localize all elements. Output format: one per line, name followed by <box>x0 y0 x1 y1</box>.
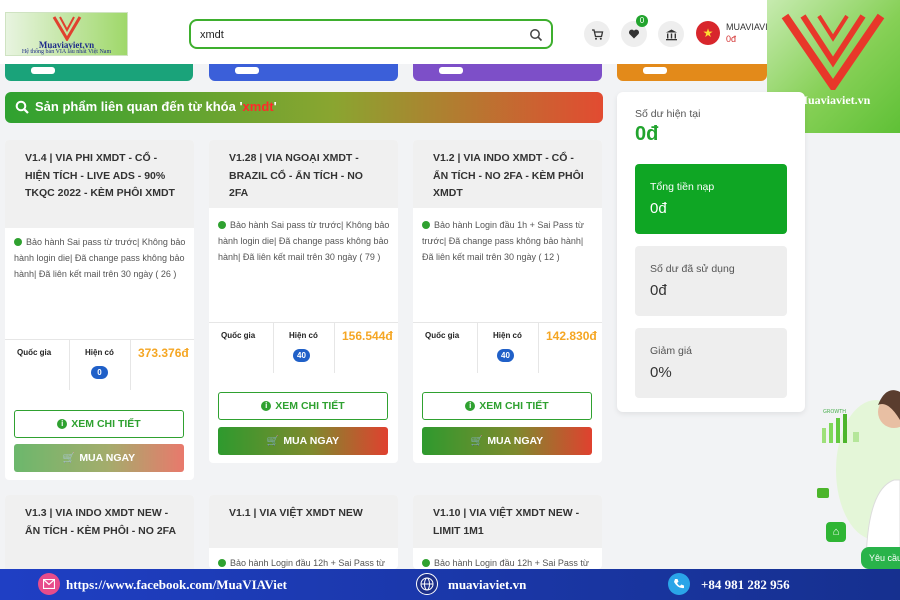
product-price: 373.376đ <box>138 346 189 360</box>
check-icon <box>422 558 430 567</box>
category-card-stub[interactable] <box>413 64 602 81</box>
globe-icon <box>416 573 438 595</box>
country-label: Quốc gia <box>425 331 460 340</box>
contact-footer: https://www.facebook.com/MuaVIAViet muav… <box>0 569 900 600</box>
product-title[interactable]: V1.1 | VIA VIỆT XMDT NEW <box>229 505 384 523</box>
check-icon <box>14 237 22 246</box>
used-balance-value: 0đ <box>650 282 667 299</box>
mail-icon <box>38 573 60 595</box>
product-title[interactable]: V1.3 | VIA INDO XMDT NEW - ẨN TÍCH - KÈM… <box>25 505 180 540</box>
facebook-link[interactable]: https://www.facebook.com/MuaVIAViet <box>66 577 287 593</box>
bank-button[interactable] <box>658 21 684 47</box>
view-detail-button[interactable]: i XEM CHI TIẾT <box>422 392 592 420</box>
product-description: Bảo hành Login đầu 12h + Sai Pass từ <box>422 555 597 569</box>
product-card: V1.4 | VIA PHI XMDT - CỔ - HIỆN TÍCH - L… <box>5 140 194 480</box>
country-label: Quốc gia <box>221 331 256 340</box>
account-name[interactable]: MUAVIAVI <box>726 22 768 32</box>
website-link[interactable]: muaviaviet.vn <box>448 577 526 593</box>
growth-label: GROWTH <box>823 409 846 415</box>
buy-now-button[interactable]: 🛒 MUA NGAY <box>218 427 388 455</box>
stock-label: Hiện có <box>85 348 114 357</box>
logo-v-icon <box>781 13 885 90</box>
wishlist-count-badge: 0 <box>636 15 648 27</box>
product-title[interactable]: V1.10 | VIA VIỆT XMDT NEW - LIMIT 1M1 <box>433 505 588 540</box>
stock-count-badge: 0 <box>91 366 108 379</box>
total-topup-box: Tổng tiền nạp 0đ <box>635 164 787 234</box>
logo-tagline: Hệ thống bán VIA lâu nhất Việt Nam <box>21 49 112 55</box>
stock-count-badge: 40 <box>497 349 514 362</box>
stock-label: Hiện có <box>493 331 522 340</box>
check-icon <box>422 220 430 229</box>
bank-icon <box>665 29 677 40</box>
category-card-stub[interactable] <box>617 64 767 81</box>
cart-icon: 🛒 <box>470 435 484 447</box>
search-input[interactable] <box>200 26 520 44</box>
product-description: Bảo hành Sai pass từ trước| Không bảo hà… <box>14 237 186 279</box>
home-up-icon[interactable]: ⌂ <box>826 522 846 542</box>
banner-keyword: xmdt <box>242 99 274 114</box>
total-topup-value: 0đ <box>650 200 667 217</box>
account-balance: 0đ <box>726 34 737 44</box>
discount-label: Giảm giá <box>650 345 693 357</box>
top-header: Muaviaviet.vn Hệ thống bán VIA lâu nhất … <box>0 0 900 64</box>
cart-icon: 🛒 <box>62 452 76 464</box>
related-products-banner: Sản phẩm liên quan đến từ khóa 'xmdt' <box>5 92 603 123</box>
current-balance-label: Số dư hiện tại <box>635 108 701 120</box>
used-balance-label: Số dư đã sử dụng <box>650 263 735 275</box>
search-box <box>189 19 553 49</box>
product-card: V1.10 | VIA VIỆT XMDT NEW - LIMIT 1M1 Bả… <box>413 495 602 569</box>
cart-icon <box>591 28 603 40</box>
product-card: V1.2 | VIA INDO XMDT - CỔ - ẨN TÍCH - NO… <box>413 140 602 463</box>
support-agent-illustration: GROWTH <box>817 390 900 570</box>
vietnam-flag-icon[interactable]: ★ <box>696 21 720 45</box>
info-icon: i <box>57 419 68 429</box>
check-icon <box>218 558 226 567</box>
product-card: V1.1 | VIA VIỆT XMDT NEW Bảo hành Login … <box>209 495 398 569</box>
discount-box: Giảm giá 0% <box>635 328 787 398</box>
chat-request-bubble[interactable]: Yêu cầu <box>861 547 900 569</box>
product-title[interactable]: V1.28 | VIA NGOẠI XMDT - BRAZIL CỔ - ẨN … <box>229 150 384 203</box>
product-meta: Quốc gia Hiện có 40 142.830đ <box>413 322 602 373</box>
cart-button[interactable] <box>584 21 610 47</box>
check-icon <box>218 220 226 229</box>
view-detail-button[interactable]: i XEM CHI TIẾT <box>14 410 184 438</box>
product-card: V1.3 | VIA INDO XMDT NEW - ẨN TÍCH - KÈM… <box>5 495 194 569</box>
category-card-stub[interactable] <box>5 64 193 81</box>
stock-count-badge: 40 <box>293 349 310 362</box>
product-meta: Quốc gia Hiện có 0 373.376đ <box>5 339 194 390</box>
product-card: V1.28 | VIA NGOẠI XMDT - BRAZIL CỔ - ẨN … <box>209 140 398 463</box>
current-balance-value: 0đ <box>635 123 659 145</box>
phone-icon <box>668 573 690 595</box>
view-detail-button[interactable]: i XEM CHI TIẾT <box>218 392 388 420</box>
product-price: 142.830đ <box>546 329 597 343</box>
country-label: Quốc gia <box>17 348 52 357</box>
heart-icon <box>628 29 640 39</box>
info-icon: i <box>465 401 476 411</box>
logo-v-icon <box>52 16 82 41</box>
discount-value: 0% <box>650 364 672 381</box>
stock-label: Hiện có <box>289 331 318 340</box>
cart-icon: 🛒 <box>266 435 280 447</box>
product-title[interactable]: V1.4 | VIA PHI XMDT - CỔ - HIỆN TÍCH - L… <box>25 150 180 203</box>
search-icon[interactable] <box>529 28 543 42</box>
balance-panel: Số dư hiện tại 0đ Tổng tiền nạp 0đ Số dư… <box>617 92 805 412</box>
search-icon <box>15 100 29 114</box>
product-description: Bảo hành Login đầu 1h + Sai Pass từ trướ… <box>422 220 584 262</box>
buy-now-button[interactable]: 🛒 MUA NGAY <box>422 427 592 455</box>
product-title[interactable]: V1.2 | VIA INDO XMDT - CỔ - ẨN TÍCH - NO… <box>433 150 588 203</box>
total-topup-label: Tổng tiền nạp <box>650 181 715 193</box>
used-balance-box: Số dư đã sử dụng 0đ <box>635 246 787 316</box>
info-icon: i <box>261 401 272 411</box>
banner-text: Sản phẩm liên quan đến từ khóa 'xmdt' <box>35 99 277 114</box>
phone-number[interactable]: +84 981 282 956 <box>701 577 790 593</box>
category-card-stub[interactable] <box>209 64 398 81</box>
buy-now-button[interactable]: 🛒 MUA NGAY <box>14 444 184 472</box>
product-price: 156.544đ <box>342 329 393 343</box>
site-logo[interactable]: Muaviaviet.vn Hệ thống bán VIA lâu nhất … <box>5 12 128 56</box>
product-description: Bảo hành Login đầu 12h + Sai Pass từ <box>218 555 393 569</box>
product-meta: Quốc gia Hiện có 40 156.544đ <box>209 322 398 373</box>
product-description: Bảo hành Sai pass từ trước| Không bảo hà… <box>218 220 390 262</box>
